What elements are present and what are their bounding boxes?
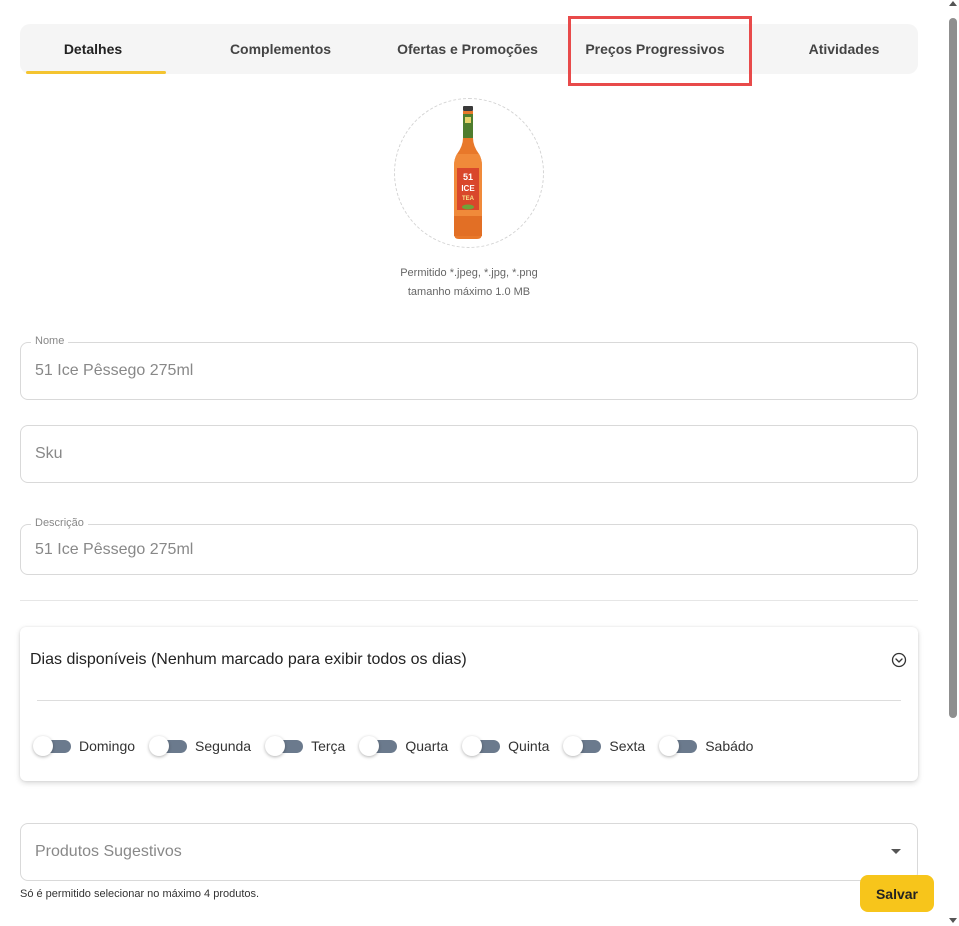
descricao-field: Descrição — [20, 517, 918, 575]
tab-bar: Detalhes Complementos Ofertas e Promoçõe… — [20, 24, 918, 74]
day-label: Quinta — [508, 738, 550, 754]
toggle-switch[interactable] — [563, 736, 602, 756]
produtos-help-text: Só é permitido selecionar no máximo 4 pr… — [20, 888, 260, 900]
toggle-switch[interactable] — [659, 736, 698, 756]
day-toggle-sexta[interactable]: Sexta — [563, 736, 645, 756]
tab-detalhes[interactable]: Detalhes — [20, 24, 166, 74]
produtos-sugestivos-select[interactable]: Produtos Sugestivos — [20, 823, 918, 881]
toggle-switch[interactable] — [149, 736, 188, 756]
active-tab-indicator — [26, 71, 166, 74]
dias-disponiveis-card: Dias disponíveis (Nenhum marcado para ex… — [20, 627, 918, 781]
scrollbar[interactable] — [946, 0, 959, 926]
scrollbar-thumb[interactable] — [949, 18, 957, 718]
day-label: Sabádo — [705, 738, 754, 754]
toggle-switch[interactable] — [359, 736, 398, 756]
tab-ofertas-promocoes[interactable]: Ofertas e Promoções — [395, 24, 540, 74]
day-toggle-quarta[interactable]: Quarta — [359, 736, 448, 756]
day-label: Domingo — [79, 738, 136, 754]
sku-input[interactable] — [35, 426, 895, 482]
upload-hint: Permitido *.jpeg, *.jpg, *.png tamanho m… — [319, 264, 619, 302]
tab-label: Atividades — [808, 41, 880, 57]
product-image-upload[interactable]: 51 ICE TEA — [394, 98, 544, 248]
scroll-down-arrow-icon[interactable] — [949, 918, 957, 923]
nome-input[interactable] — [35, 343, 895, 399]
day-label: Segunda — [195, 738, 252, 754]
section-divider — [20, 600, 918, 601]
bottle-label-tea: TEA — [462, 196, 475, 202]
produtos-sugestivos-placeholder: Produtos Sugestivos — [35, 843, 182, 860]
bottle-label-51: 51 — [463, 172, 473, 182]
highlight-annotation-box — [568, 16, 752, 86]
max-size-text: tamanho máximo 1.0 MB — [407, 286, 531, 298]
toggle-switch[interactable] — [265, 736, 304, 756]
day-label: Terça — [311, 738, 346, 754]
dias-disponiveis-title: Dias disponíveis (Nenhum marcado para ex… — [30, 651, 467, 668]
save-button[interactable]: Salvar — [860, 875, 934, 912]
tab-label: Detalhes — [63, 41, 123, 57]
tab-label: Complementos — [229, 41, 332, 57]
chevron-down-circle-icon[interactable] — [891, 652, 907, 668]
days-toggle-row: Domingo Segunda Terça Quarta Quinta Sext… — [33, 735, 767, 757]
toggle-switch[interactable] — [462, 736, 501, 756]
day-toggle-domingo[interactable]: Domingo — [33, 736, 135, 756]
days-divider — [37, 700, 901, 701]
tab-complementos[interactable]: Complementos — [166, 24, 395, 74]
tab-atividades[interactable]: Atividades — [770, 24, 918, 74]
day-label: Sexta — [609, 738, 646, 754]
day-toggle-sabado[interactable]: Sabádo — [659, 736, 753, 756]
scroll-up-arrow-icon[interactable] — [949, 1, 957, 6]
bottle-label-ice: ICE — [461, 184, 475, 193]
tab-label: Ofertas e Promoções — [397, 41, 538, 57]
allowed-formats-text: Permitido *.jpeg, *.jpg, *.png — [400, 267, 538, 279]
day-toggle-segunda[interactable]: Segunda — [149, 736, 251, 756]
product-bottle-image: 51 ICE TEA — [454, 106, 482, 239]
caret-down-icon — [891, 849, 901, 854]
day-label: Quarta — [405, 738, 449, 754]
sku-field — [20, 425, 918, 483]
nome-field: Nome — [20, 335, 918, 400]
descricao-input[interactable] — [35, 525, 895, 574]
day-toggle-terca[interactable]: Terça — [265, 736, 345, 756]
toggle-switch[interactable] — [33, 736, 71, 756]
day-toggle-quinta[interactable]: Quinta — [462, 736, 549, 756]
